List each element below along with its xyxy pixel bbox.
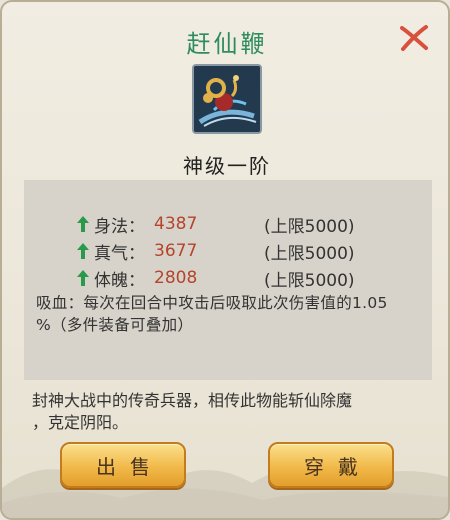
item-icon-frame [192, 64, 262, 134]
stat-cap: (上限5000) [264, 216, 355, 237]
sell-button[interactable]: 出售 [60, 442, 186, 488]
up-arrow-icon [77, 270, 89, 286]
stat-value: 4387 [154, 214, 198, 234]
special-effect-text: 吸血：每次在回合中攻击后吸取此次伤害值的1.05 %（多件装备可叠加） [36, 292, 424, 336]
up-arrow-icon [77, 243, 89, 259]
stat-cap: (上限5000) [264, 243, 355, 264]
stat-value: 2808 [154, 268, 198, 288]
stat-name: 身法： [94, 216, 145, 237]
whip-icon [194, 66, 260, 132]
equip-button-label: 穿戴 [304, 454, 372, 479]
equip-button[interactable]: 穿戴 [268, 442, 394, 488]
item-description: 封神大战中的传奇兵器，相传此物能斩仙除魔 ，克定阴阳。 [32, 390, 427, 434]
effect-line: 吸血：每次在回合中攻击后吸取此次伤害值的1.05 [36, 294, 388, 312]
stat-name: 真气： [94, 243, 145, 264]
item-detail-dialog: 赶仙鞭 神级一阶 身法： 4387 (上限5000) 真气： 3677 (上限5… [0, 0, 450, 520]
description-line: 封神大战中的传奇兵器，相传此物能斩仙除魔 [32, 391, 353, 410]
stat-row-zhenqi: 真气： 3677 (上限5000) [76, 239, 355, 264]
item-rank: 神级一阶 [183, 154, 271, 178]
sell-button-label: 出售 [96, 454, 164, 479]
stat-cap: (上限5000) [264, 270, 355, 291]
effect-line: %（多件装备可叠加） [36, 316, 194, 334]
close-icon[interactable] [398, 22, 430, 54]
stat-row-tipo: 体魄： 2808 (上限5000) [76, 266, 355, 291]
description-line: ，克定阴阳。 [32, 413, 129, 432]
item-title: 赶仙鞭 [186, 30, 268, 58]
up-arrow-icon [77, 216, 89, 232]
stat-row-shenfa: 身法： 4387 (上限5000) [76, 212, 355, 237]
stat-name: 体魄： [94, 270, 145, 291]
stat-value: 3677 [154, 241, 198, 261]
